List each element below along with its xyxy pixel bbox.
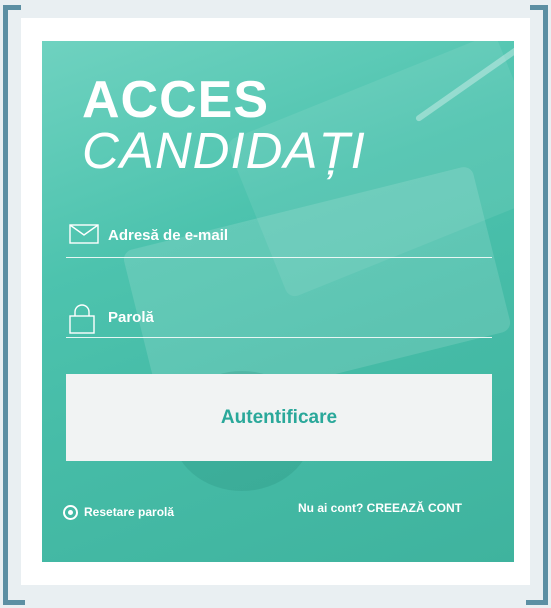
frame-right-edge xyxy=(543,5,548,601)
lock-icon xyxy=(69,304,95,339)
email-placeholder: Adresă de e-mail xyxy=(108,227,229,244)
frame-corner xyxy=(3,600,25,605)
reset-password-link[interactable]: Resetare parolă xyxy=(63,499,174,525)
login-panel: ACCES CANDIDAȚI Adresă de e-mail Parolă … xyxy=(42,41,514,562)
login-button[interactable]: Autentificare xyxy=(66,374,492,461)
envelope-icon xyxy=(69,224,99,249)
radio-dot-icon xyxy=(63,504,78,520)
password-field[interactable]: Parolă xyxy=(66,297,492,338)
frame-left-edge xyxy=(3,5,8,601)
page-title: ACCES xyxy=(82,71,270,129)
password-placeholder: Parolă xyxy=(108,309,154,326)
create-account-link[interactable]: Nu ai cont? CREEAZĂ CONT xyxy=(298,500,478,516)
email-field[interactable]: Adresă de e-mail xyxy=(66,217,492,258)
reset-password-label: Resetare parolă xyxy=(84,505,175,519)
frame-corner xyxy=(526,600,548,605)
page-subtitle: CANDIDAȚI xyxy=(82,122,366,179)
